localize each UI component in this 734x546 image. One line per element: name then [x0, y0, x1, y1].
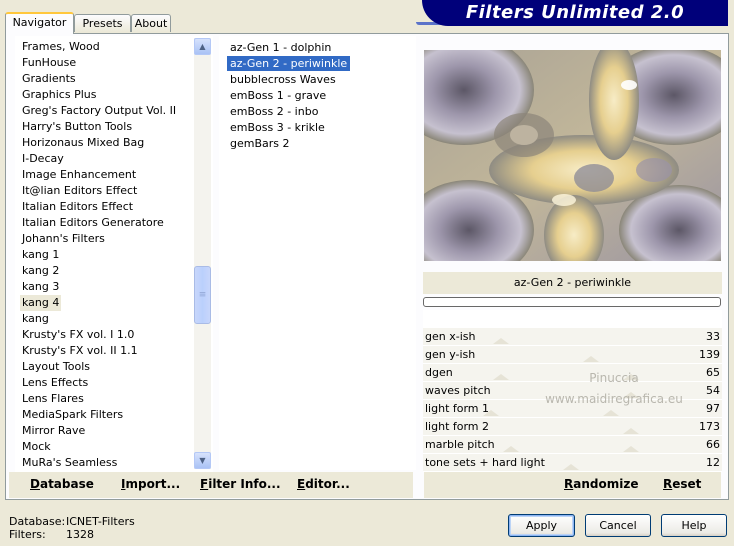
editor-button[interactable]: Editor...	[297, 477, 350, 491]
filter-item[interactable]: bubblecross Waves	[227, 72, 339, 87]
reset-button[interactable]: Reset	[663, 477, 701, 491]
tab-navigator[interactable]: Navigator	[5, 12, 74, 34]
category-item[interactable]: kang 3	[22, 279, 59, 295]
scroll-up-button[interactable]: ▲	[194, 38, 211, 55]
tab-navigator-label: Navigator	[12, 16, 67, 29]
category-list[interactable]: Frames, Wood FunHouse Gradients Graphics Pl…	[15, 36, 213, 472]
category-item[interactable]: Horizonaus Mixed Bag	[22, 135, 144, 151]
app-title-banner: Filters Unlimited 2.0	[416, 0, 728, 26]
filter-item[interactable]: az-Gen 2 - periwinkle	[227, 56, 351, 71]
slider-tick	[623, 428, 639, 434]
slider-tick	[623, 446, 639, 452]
filters-label: Filters:	[9, 528, 46, 541]
watermark-line1: Pinuccia	[589, 371, 639, 385]
randomize-button[interactable]: Randomize	[564, 477, 638, 491]
category-item[interactable]: I-Decay	[22, 151, 64, 167]
category-item[interactable]: FunHouse	[22, 55, 76, 71]
database-button[interactable]: Database	[30, 477, 94, 491]
filter-item[interactable]: az-Gen 1 - dolphin	[227, 40, 334, 55]
scroll-down-button[interactable]: ▼	[194, 452, 211, 469]
category-item[interactable]: kang 4	[20, 295, 62, 311]
category-item[interactable]: Harry's Button Tools	[22, 119, 132, 135]
category-item[interactable]: Layout Tools	[22, 359, 90, 375]
database-info: Database: ICNET-Filters	[9, 515, 135, 528]
filters-count: 1328	[66, 528, 94, 541]
help-button[interactable]: Help	[661, 514, 727, 537]
category-item[interactable]: kang 1	[22, 247, 59, 263]
import-button[interactable]: Import...	[121, 477, 180, 491]
filter-list[interactable]: az-Gen 1 - dolphin az-Gen 2 - periwinkle b…	[219, 36, 416, 470]
parameter-slider[interactable]: light form 2 173	[423, 418, 722, 436]
filter-item[interactable]: emBoss 3 - krikle	[227, 120, 328, 135]
category-item[interactable]: It@lian Editors Effect	[22, 183, 137, 199]
tab-about[interactable]: About	[131, 14, 171, 32]
category-item[interactable]: Gradients	[22, 71, 76, 87]
slider-tick	[493, 374, 509, 380]
database-value: ICNET-Filters	[66, 515, 135, 528]
parameter-slider[interactable]: marble pitch 66	[423, 436, 722, 454]
parameter-slider[interactable]: gen x-ish 33	[423, 328, 722, 346]
category-item[interactable]: Mirror Rave	[22, 423, 85, 439]
parameter-slider[interactable]: tone sets + hard light 12	[423, 454, 722, 472]
apply-button[interactable]: Apply	[508, 514, 575, 537]
tab-presets[interactable]: Presets	[74, 14, 131, 32]
category-item[interactable]: Greg's Factory Output Vol. II	[22, 103, 176, 119]
parameter-name: marble pitch	[425, 438, 495, 451]
preview-pattern	[424, 50, 721, 261]
slider-tick	[563, 464, 579, 470]
category-item[interactable]: MediaSpark Filters	[22, 407, 123, 423]
filter-item[interactable]: gemBars 2	[227, 136, 293, 151]
parameter-value: 173	[699, 420, 720, 433]
category-item[interactable]: Image Enhancement	[22, 167, 136, 183]
slider-tick	[603, 410, 619, 416]
parameter-name: light form 2	[425, 420, 490, 433]
list-toolbar: Database Import... Filter Info... Editor…	[9, 472, 413, 498]
slider-tick	[583, 356, 599, 362]
database-label: Database:	[9, 515, 66, 528]
parameter-value: 66	[706, 438, 720, 451]
category-item[interactable]: Krusty's FX vol. II 1.1	[22, 343, 138, 359]
category-item[interactable]: Italian Editors Effect	[22, 199, 133, 215]
param-toolbar: Randomize Reset	[424, 472, 721, 498]
watermark: Pinuccia www.maidiregrafica.eu	[514, 368, 714, 410]
parameter-name: gen x-ish	[425, 330, 476, 343]
parameter-name: gen y-ish	[425, 348, 476, 361]
category-item[interactable]: Lens Effects	[22, 375, 88, 391]
category-item[interactable]: Johann's Filters	[22, 231, 105, 247]
filter-item[interactable]: emBoss 1 - grave	[227, 88, 329, 103]
category-item[interactable]: MuRa's Seamless	[22, 455, 117, 471]
parameter-value: 139	[699, 348, 720, 361]
parameter-name: light form 1	[425, 402, 490, 415]
watermark-line2: www.maidiregrafica.eu	[545, 392, 683, 406]
tab-presets-label: Presets	[82, 17, 123, 30]
preview-filter-label: az-Gen 2 - periwinkle	[423, 272, 722, 294]
progress-bar	[423, 297, 721, 307]
slider-tick	[493, 338, 509, 344]
category-item[interactable]: Krusty's FX vol. I 1.0	[22, 327, 134, 343]
category-item[interactable]: kang	[22, 311, 49, 327]
category-item[interactable]: Italian Editors Generatore	[22, 215, 164, 231]
parameter-value: 12	[706, 456, 720, 469]
cancel-button[interactable]: Cancel	[585, 514, 651, 537]
filters-count-info: Filters: 1328	[9, 528, 94, 541]
filter-info-button[interactable]: Filter Info...	[200, 477, 281, 491]
category-item[interactable]: Graphics Plus	[22, 87, 96, 103]
filter-item[interactable]: emBoss 2 - inbo	[227, 104, 321, 119]
scroll-thumb[interactable]: ≡	[194, 266, 211, 324]
parameter-name: dgen	[425, 366, 453, 379]
app-title: Filters Unlimited 2.0	[465, 2, 685, 23]
category-item[interactable]: Mock	[22, 439, 51, 455]
category-scrollbar[interactable]: ▲ ≡ ▼	[194, 38, 211, 469]
slider-tick	[503, 446, 519, 452]
category-item[interactable]: kang 2	[22, 263, 59, 279]
parameter-slider[interactable]: gen y-ish 139	[423, 346, 722, 364]
category-item[interactable]: Frames, Wood	[22, 39, 100, 55]
parameter-name: waves pitch	[425, 384, 491, 397]
filter-preview-image	[424, 50, 721, 261]
parameter-value: 33	[706, 330, 720, 343]
parameter-name: tone sets + hard light	[425, 456, 545, 469]
category-item[interactable]: Lens Flares	[22, 391, 84, 407]
tab-about-label: About	[134, 17, 168, 30]
